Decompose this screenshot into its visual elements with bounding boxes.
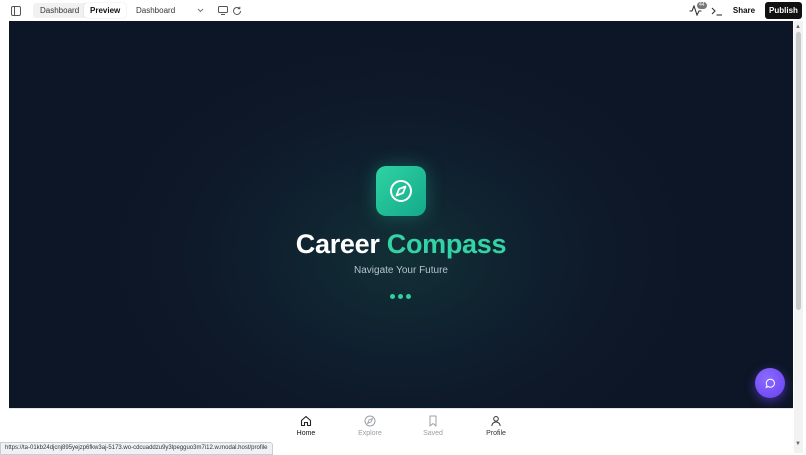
nav-item-saved[interactable]: Saved <box>413 415 453 437</box>
activity-count-badge: 44 <box>697 2 707 9</box>
page-select[interactable]: Dashboard <box>130 3 210 18</box>
compass-icon <box>390 180 412 202</box>
nav-item-profile[interactable]: Profile <box>476 415 516 437</box>
desktop-view-icon[interactable] <box>217 5 228 16</box>
loading-dot <box>390 294 395 299</box>
bookmark-icon <box>429 415 437 427</box>
tab-dashboard[interactable]: Dashboard <box>34 3 85 18</box>
loading-dot <box>398 294 403 299</box>
chevron-down-icon <box>197 3 204 23</box>
app-title-part2: Compass <box>386 229 507 259</box>
sidebar-toggle-icon[interactable] <box>10 5 22 17</box>
nav-item-home[interactable]: Home <box>286 415 326 437</box>
loading-indicator <box>390 294 412 300</box>
app-title: Career Compass <box>9 229 793 260</box>
scroll-up-icon[interactable]: ▲ <box>795 24 801 30</box>
app-title-part1: Career <box>295 229 380 259</box>
nav-label-saved: Saved <box>423 430 443 437</box>
home-icon <box>300 415 312 427</box>
top-toolbar: Dashboard Preview Dashboard 44 Share Pub… <box>0 0 806 21</box>
nav-label-profile: Profile <box>486 430 506 437</box>
terminal-icon[interactable] <box>710 5 723 17</box>
app-preview-canvas: Career Compass Navigate Your Future <box>9 21 793 408</box>
compass-icon <box>364 415 376 427</box>
app-logo <box>376 166 426 216</box>
share-button[interactable]: Share <box>728 3 760 18</box>
nav-item-explore[interactable]: Explore <box>350 415 390 437</box>
nav-label-explore: Explore <box>358 430 382 437</box>
page-select-value: Dashboard <box>136 6 176 15</box>
status-url-tooltip: https://ta-01kb24djcnj895yejzp6fkw3aj-51… <box>0 442 273 455</box>
nav-label-home: Home <box>296 430 316 437</box>
loading-dot <box>406 294 411 299</box>
publish-button[interactable]: Publish <box>765 2 802 19</box>
user-icon <box>491 416 501 427</box>
chat-button[interactable] <box>755 368 785 398</box>
app-subtitle: Navigate Your Future <box>354 265 448 276</box>
tab-preview[interactable]: Preview <box>84 3 127 18</box>
scroll-down-icon[interactable]: ▼ <box>795 441 801 447</box>
scrollbar-thumb[interactable] <box>796 32 801 310</box>
chat-icon <box>764 378 775 388</box>
refresh-icon[interactable] <box>231 5 242 16</box>
